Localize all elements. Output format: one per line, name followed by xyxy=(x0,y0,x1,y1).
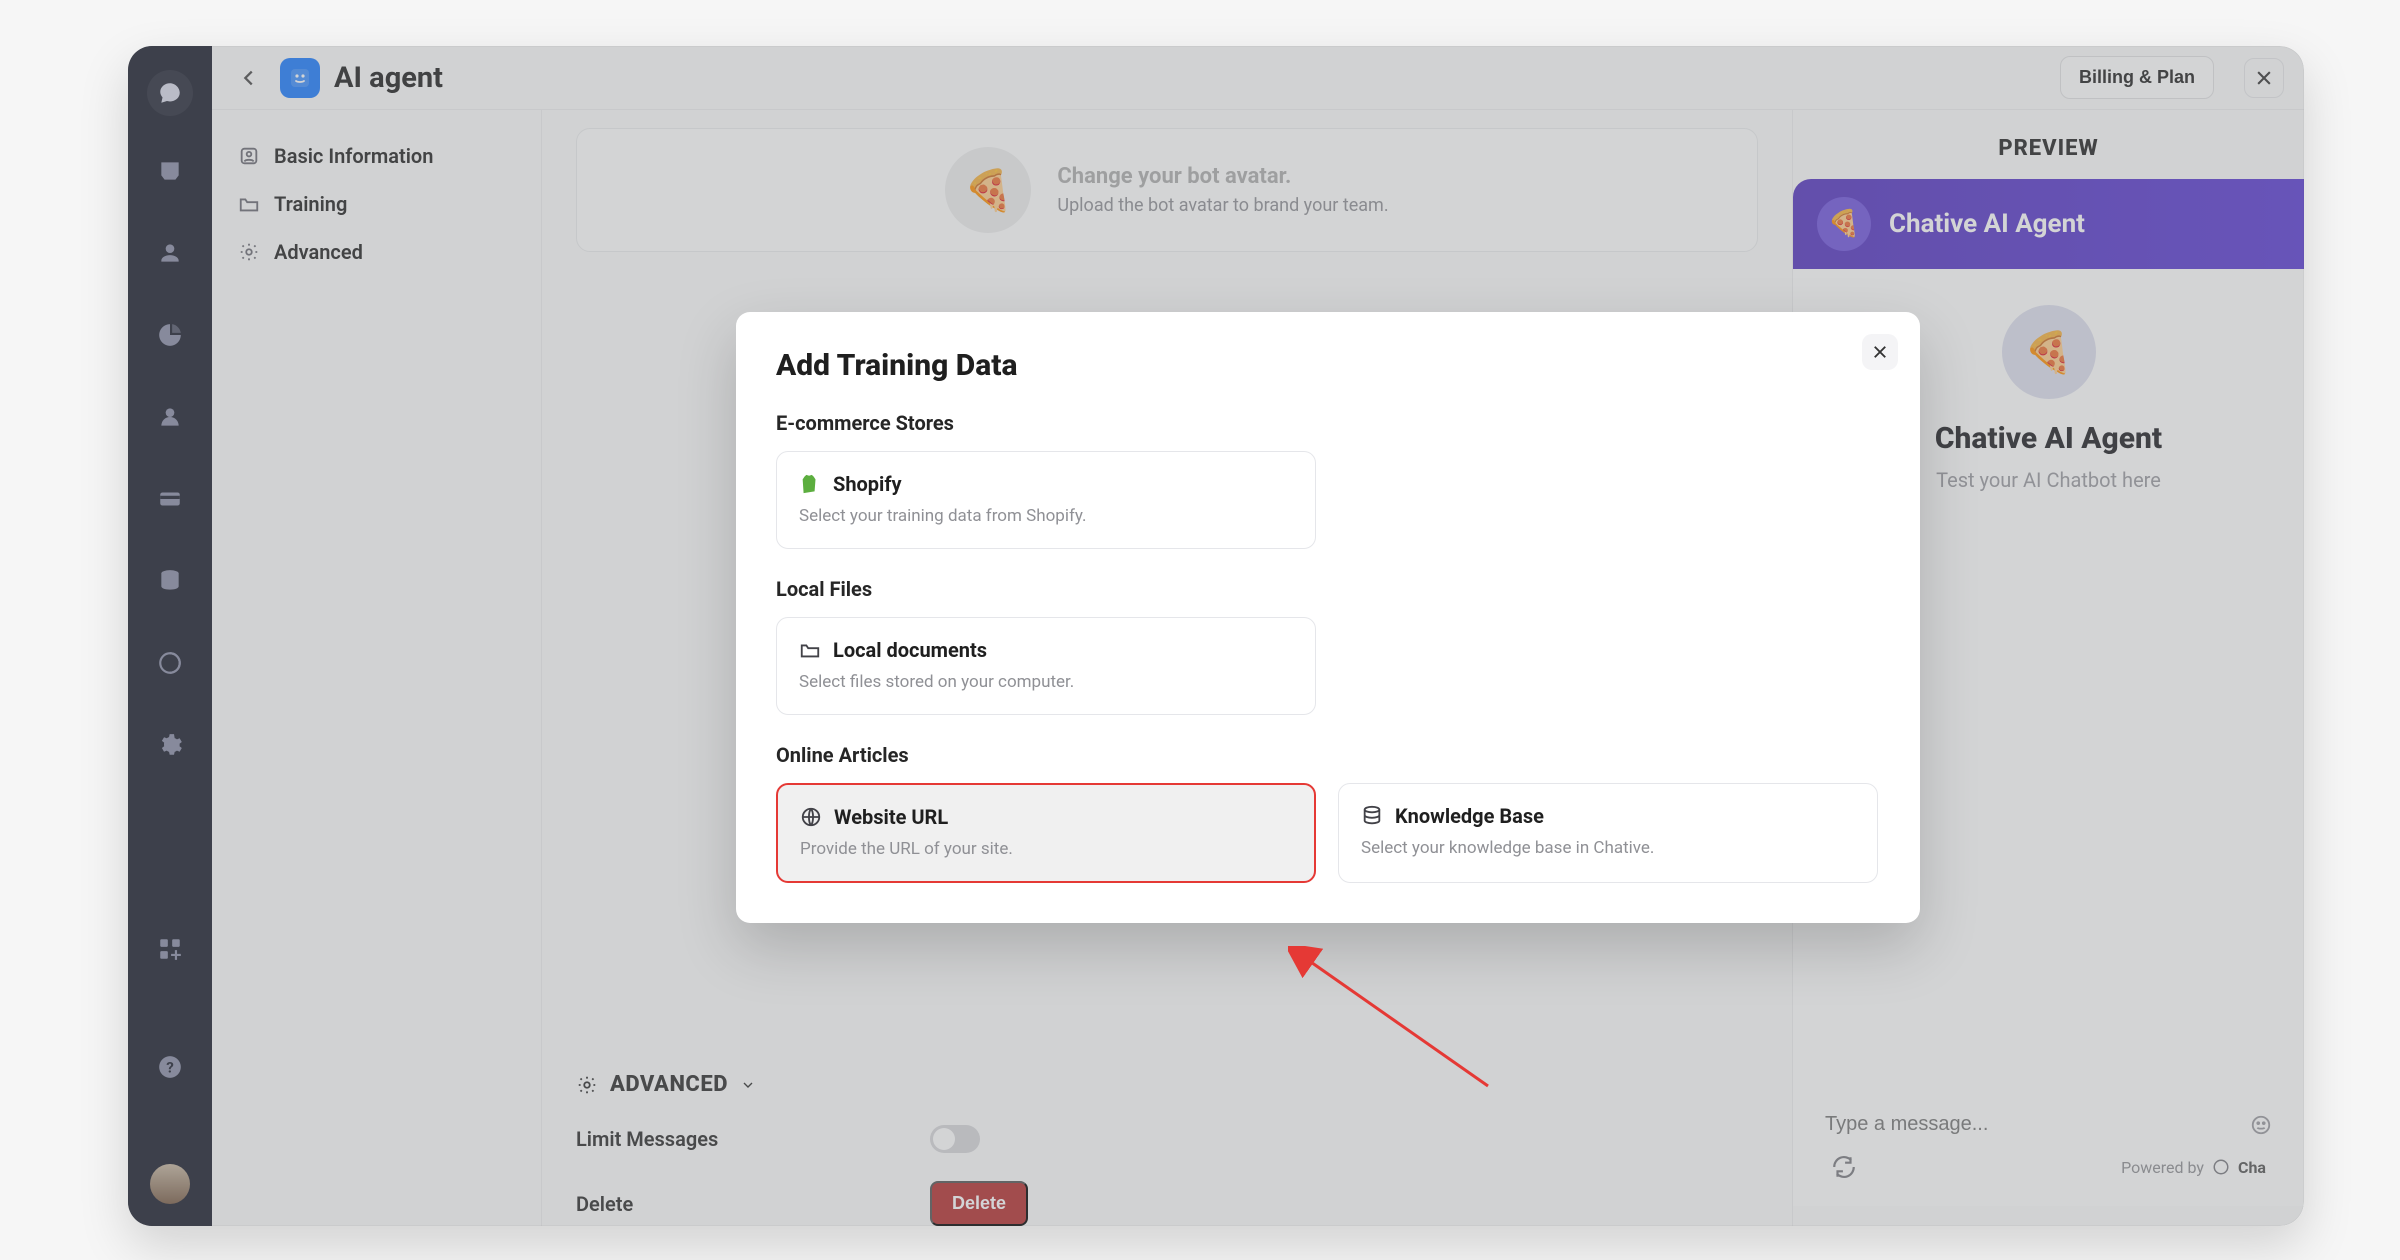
section-label-online: Online Articles xyxy=(776,743,1880,767)
folder-icon xyxy=(799,639,821,661)
database-icon xyxy=(1361,805,1383,827)
option-title: Knowledge Base xyxy=(1395,804,1544,828)
add-training-data-modal: Add Training Data E-commerce Stores Shop… xyxy=(736,312,1920,923)
shopify-icon xyxy=(799,473,821,495)
section-label-ecommerce: E-commerce Stores xyxy=(776,411,1880,435)
option-shopify[interactable]: Shopify Select your training data from S… xyxy=(776,451,1316,549)
section-label-local: Local Files xyxy=(776,577,1880,601)
option-website-url[interactable]: Website URL Provide the URL of your site… xyxy=(776,783,1316,883)
modal-title: Add Training Data xyxy=(776,348,1880,383)
option-title: Shopify xyxy=(833,472,902,496)
option-subtitle: Provide the URL of your site. xyxy=(800,839,1292,859)
option-title: Local documents xyxy=(833,638,987,662)
option-subtitle: Select your knowledge base in Chative. xyxy=(1361,838,1855,858)
globe-icon xyxy=(800,806,822,828)
option-subtitle: Select files stored on your computer. xyxy=(799,672,1293,692)
option-subtitle: Select your training data from Shopify. xyxy=(799,506,1293,526)
modal-close-button[interactable] xyxy=(1862,334,1898,370)
option-knowledge-base[interactable]: Knowledge Base Select your knowledge bas… xyxy=(1338,783,1878,883)
option-local-documents[interactable]: Local documents Select files stored on y… xyxy=(776,617,1316,715)
app-shell: ? AI agent Billing & Plan xyxy=(128,46,2304,1226)
option-title: Website URL xyxy=(834,805,948,829)
